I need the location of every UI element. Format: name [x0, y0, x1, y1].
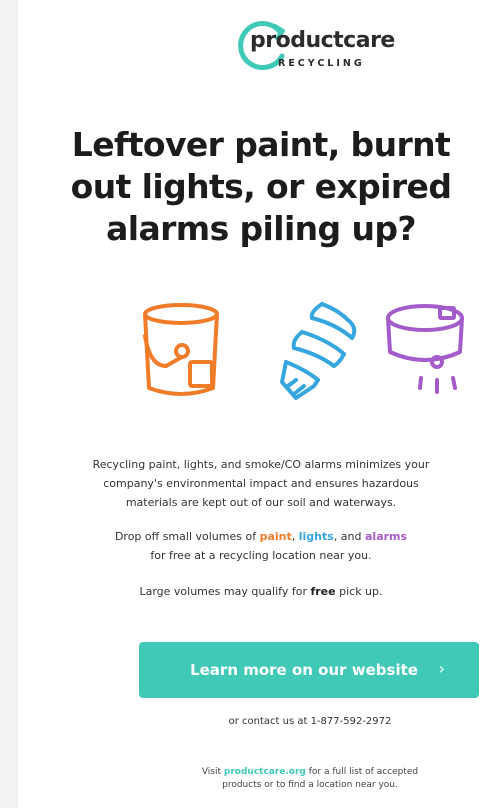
lights-highlight: lights — [298, 530, 334, 543]
smoke-alarm-icon — [386, 304, 464, 394]
paint-can-icon — [143, 303, 219, 396]
headline-line-1: Leftover paint, burnt — [71, 125, 451, 164]
chevron-right-icon: › — [438, 659, 445, 678]
logo-subtitle: RECYCLING — [278, 58, 365, 69]
logo-wordmark: productcare — [250, 28, 395, 53]
alarms-highlight: alarms — [365, 530, 408, 543]
intro-paragraph: Recycling paint, lights, and smoke/CO al… — [92, 458, 430, 509]
headline-line-2: out lights, or expired — [70, 167, 452, 206]
dropoff-paragraph: Drop off small volumes of paint, lights,… — [114, 530, 408, 562]
product-icons — [143, 302, 464, 400]
contact-text: or contact us at 1-877-592-2972 — [228, 716, 392, 727]
light-bulb-icon — [280, 302, 357, 400]
learn-more-label: Learn more on our website — [190, 661, 418, 679]
productcare-logo[interactable]: productcare RECYCLING — [234, 18, 395, 78]
visit-text: Visit productcare.org for a full list of… — [201, 767, 419, 790]
learn-more-button[interactable]: Learn more on our website › — [139, 642, 479, 698]
paint-highlight: paint — [259, 530, 292, 543]
headline: Leftover paint, burnt out lights, or exp… — [18, 124, 504, 250]
pickup-paragraph: Large volumes may qualify for free pick … — [139, 585, 383, 598]
free-highlight: free — [310, 585, 336, 598]
headline-line-3: alarms piling up? — [106, 209, 416, 248]
productcare-link[interactable]: productcare.org — [224, 767, 306, 777]
